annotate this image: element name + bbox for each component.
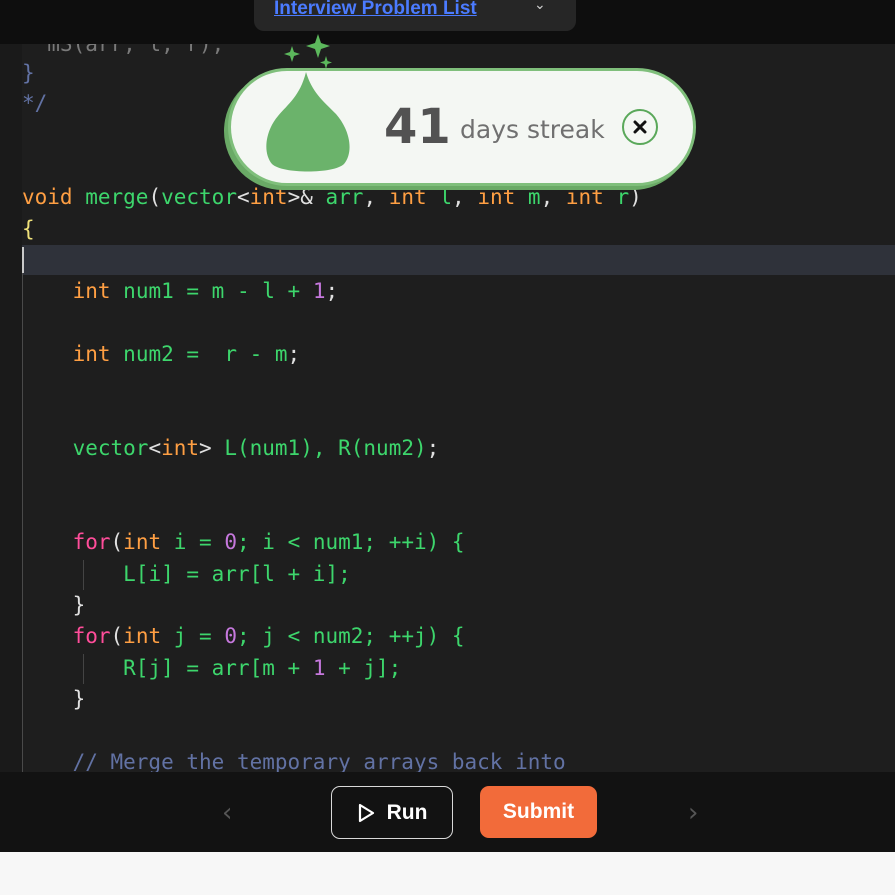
code-type: vector xyxy=(72,436,149,460)
problem-list-tab[interactable]: Interview Problem List ⌄ xyxy=(254,0,576,31)
code-punct: , xyxy=(363,185,377,209)
code-keyword: int xyxy=(477,185,516,209)
code-punct: ( xyxy=(110,530,124,554)
code-punct: ( xyxy=(110,624,124,648)
code-punct: ( xyxy=(148,185,162,209)
code-identifier: m xyxy=(527,185,541,209)
code-line: // Merge the temporary arrays back into xyxy=(22,748,566,772)
code-line: for(int i = 0; i < num1; ++i) { xyxy=(22,528,465,556)
code-keyword: int xyxy=(388,185,427,209)
code-number: 1 xyxy=(312,656,326,680)
code-text: R[j] = arr[m + xyxy=(123,656,313,680)
code-text: L[i] = arr[l + i]; xyxy=(123,562,351,586)
code-line: vector<int> L(num1), R(num2); xyxy=(22,434,440,462)
code-keyword: int xyxy=(123,530,162,554)
code-text: */ xyxy=(22,91,48,115)
flame-icon xyxy=(266,34,350,172)
close-button[interactable] xyxy=(622,109,658,145)
code-keyword: int xyxy=(72,342,111,366)
code-identifier: j = xyxy=(173,624,225,648)
editor-gutter xyxy=(0,44,22,772)
code-keyword: void xyxy=(22,185,73,209)
code-text: mS(arr, l, r); xyxy=(22,44,225,56)
code-identifier: ; j < num2; ++j) { xyxy=(237,624,465,648)
code-identifier: arr xyxy=(325,185,364,209)
code-line: void merge(vector<int>& arr, int l, int … xyxy=(22,183,642,211)
code-function: merge xyxy=(85,185,149,209)
text-cursor xyxy=(22,247,24,273)
code-text: } xyxy=(22,61,35,85)
code-text: { xyxy=(22,217,35,241)
code-keyword: int xyxy=(123,624,162,648)
current-line-highlight xyxy=(22,245,895,275)
submit-button[interactable]: Submit xyxy=(480,786,597,838)
code-line: } xyxy=(22,59,35,87)
code-text: + j]; xyxy=(325,656,402,680)
code-line: mS(arr, l, r); xyxy=(22,44,224,58)
code-punct: ; xyxy=(325,279,339,303)
code-identifier: i = xyxy=(173,530,225,554)
code-line: */ xyxy=(22,89,47,117)
code-line: { xyxy=(22,215,35,243)
code-keyword: int xyxy=(565,185,604,209)
run-button[interactable]: Run xyxy=(331,786,453,839)
code-number: 0 xyxy=(224,624,237,648)
chevron-down-icon[interactable]: ⌄ xyxy=(534,0,546,13)
code-comment: // Merge the temporary arrays back into xyxy=(72,750,566,772)
problem-list-link[interactable]: Interview Problem List xyxy=(274,0,477,20)
code-keyword: int xyxy=(161,436,200,460)
code-line: R[j] = arr[m + 1 + j]; xyxy=(22,654,401,682)
code-identifier: num2 = r - m xyxy=(123,342,288,366)
code-punct: ; xyxy=(426,436,440,460)
code-punct: , xyxy=(452,185,465,209)
code-identifier: L(num1), R(num2) xyxy=(224,436,427,460)
code-line: int num2 = r - m; xyxy=(22,340,301,368)
play-icon xyxy=(358,803,374,822)
code-line: for(int j = 0; j < num2; ++j) { xyxy=(22,622,465,650)
code-punct: , xyxy=(540,185,554,209)
submit-label: Submit xyxy=(502,800,575,823)
code-keyword: for xyxy=(72,530,111,554)
code-punct: ) xyxy=(629,185,642,209)
code-identifier: ; i < num1; ++i) { xyxy=(237,530,465,554)
chevron-left-icon[interactable]: ‹ xyxy=(222,798,232,828)
code-text: } xyxy=(72,593,86,617)
code-identifier: num1 = m - l + xyxy=(123,279,313,303)
code-punct: ; xyxy=(287,342,301,366)
bottom-bar: ‹ Run Submit › xyxy=(0,772,895,852)
chevron-right-icon[interactable]: › xyxy=(688,798,698,828)
code-text: } xyxy=(72,687,86,711)
code-number: 0 xyxy=(224,530,237,554)
code-keyword: for xyxy=(72,624,111,648)
run-label: Run xyxy=(386,800,428,824)
close-icon[interactable] xyxy=(631,118,649,136)
code-punct: > xyxy=(199,436,212,460)
code-number: 1 xyxy=(312,279,326,303)
streak-label: days streak xyxy=(460,115,605,144)
code-line: } xyxy=(22,591,86,619)
code-keyword: int xyxy=(72,279,111,303)
code-type: vector xyxy=(161,185,237,209)
code-line: } xyxy=(22,685,86,713)
code-punct: >& xyxy=(287,185,313,209)
streak-count: 41 xyxy=(384,99,451,155)
code-line: L[i] = arr[l + i]; xyxy=(22,560,351,588)
code-punct: < xyxy=(148,436,162,460)
top-bar: Interview Problem List ⌄ xyxy=(0,0,895,44)
code-line: int num1 = m - l + 1; xyxy=(22,277,339,305)
code-identifier: l xyxy=(439,185,453,209)
code-keyword: int xyxy=(249,185,288,209)
code-identifier: r xyxy=(616,185,630,209)
code-punct: < xyxy=(236,185,250,209)
